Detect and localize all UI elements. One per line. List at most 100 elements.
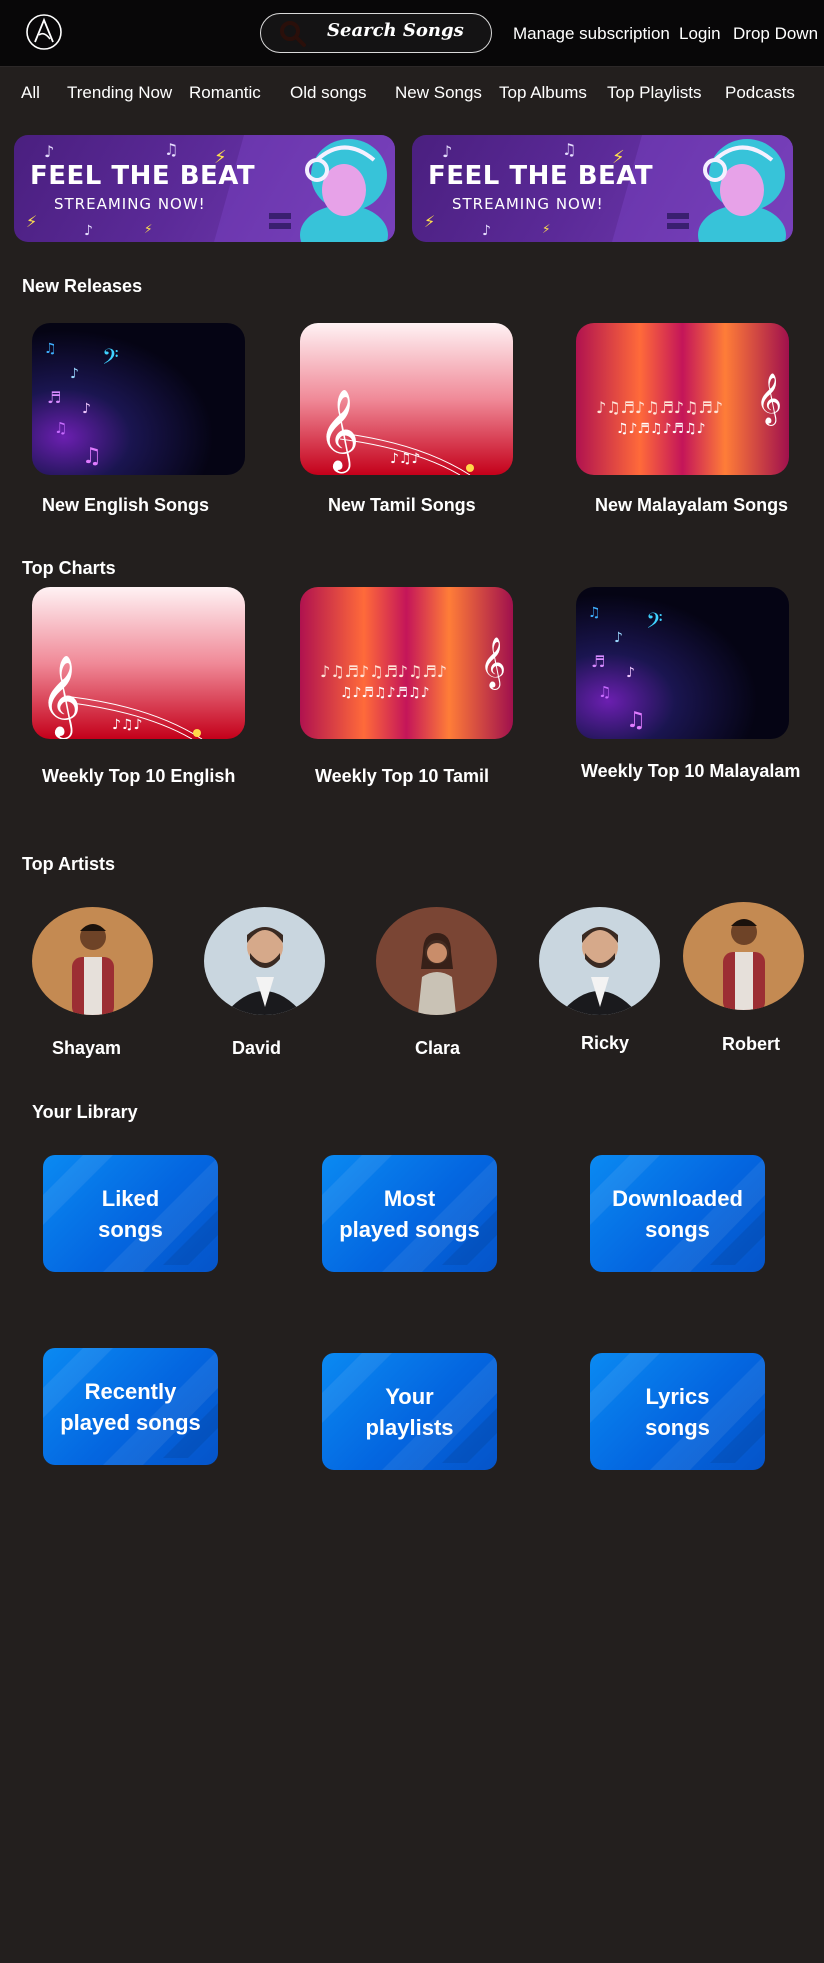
app-logo-icon[interactable] xyxy=(22,10,66,54)
banner-title: FEEL THE BEAT xyxy=(30,161,256,191)
album-caption: New Malayalam Songs xyxy=(595,495,789,515)
chart-caption: Weekly Top 10 English xyxy=(42,766,236,786)
artist-name: Shayam xyxy=(52,1038,122,1058)
chart-card-weekly-english[interactable]: 𝄞 ♪♫♪ xyxy=(32,587,245,739)
promo-banner[interactable]: ♪ ♫ ⚡ ⚡ ♪ ⚡ FEEL THE BEAT STREAMING NOW! xyxy=(14,135,395,242)
artist-avatar[interactable] xyxy=(32,907,153,1015)
library-label: Most played songs xyxy=(339,1185,480,1242)
magenta-notes-art: ♪♫♬♪♫♬♪♫♬♪ ♫♪♬♫♪♬♫♪ 𝄞 xyxy=(576,323,789,475)
svg-text:𝄞: 𝄞 xyxy=(40,654,81,739)
new-releases-heading: New Releases xyxy=(22,276,143,296)
svg-text:⚡: ⚡ xyxy=(424,212,435,231)
svg-text:⚡: ⚡ xyxy=(26,212,37,231)
artist-name: Ricky xyxy=(581,1033,630,1053)
red-clef-art: 𝄞 ♪♫♪ xyxy=(300,323,513,475)
chart-card-weekly-malayalam[interactable]: 𝄢 ♫ ♪ ♬ ♪ ♫ ♫ xyxy=(576,587,789,739)
svg-text:♪: ♪ xyxy=(82,401,91,417)
svg-text:♫: ♫ xyxy=(82,444,102,469)
promo-banner[interactable]: ♪ ♫ ⚡ ⚡ ♪ ⚡ FEEL THE BEAT STREAMING NOW! xyxy=(412,135,793,242)
svg-text:♪: ♪ xyxy=(442,142,452,161)
svg-text:♫: ♫ xyxy=(164,140,178,159)
library-label: Your playlists xyxy=(365,1383,454,1440)
search-label: Search Songs xyxy=(327,20,464,41)
library-downloaded[interactable]: Downloaded songs xyxy=(590,1155,765,1272)
svg-text:♪♫♪: ♪♫♪ xyxy=(390,451,420,467)
svg-text:♫♪♬♫♪♬♫♪: ♫♪♬♫♪♬♫♪ xyxy=(616,421,706,437)
category-trending-now[interactable]: Trending Now xyxy=(67,83,172,103)
svg-text:♫: ♫ xyxy=(54,419,67,437)
artist-avatar[interactable] xyxy=(539,907,660,1015)
top-bar: Search Songs Manage subscription Login D… xyxy=(0,0,824,67)
artist-avatar[interactable] xyxy=(376,907,497,1015)
album-card-new-tamil[interactable]: 𝄞 ♪♫♪ xyxy=(300,323,513,475)
svg-text:♪: ♪ xyxy=(482,223,491,239)
album-caption: New English Songs xyxy=(42,495,210,515)
svg-text:𝄞: 𝄞 xyxy=(318,388,359,473)
top-artists-heading: Top Artists xyxy=(22,854,115,874)
library-most-played[interactable]: Most played songs xyxy=(322,1155,497,1272)
library-lyrics-songs[interactable]: Lyrics songs xyxy=(590,1353,765,1470)
svg-text:♫: ♫ xyxy=(598,683,611,701)
category-old-songs[interactable]: Old songs xyxy=(290,83,367,103)
chart-card-weekly-tamil[interactable]: ♪♫♬♪♫♬♪♫♬♪ ♫♪♬♫♪♬♫♪ 𝄞 xyxy=(300,587,513,739)
library-liked-songs[interactable]: Liked songs xyxy=(43,1155,218,1272)
svg-text:𝄢: 𝄢 xyxy=(102,345,119,375)
manage-subscription-link[interactable]: Manage subscription xyxy=(513,24,670,44)
svg-text:⚡: ⚡ xyxy=(542,222,550,236)
svg-text:♪♫♬♪♫♬♪♫♬♪: ♪♫♬♪♫♬♪♫♬♪ xyxy=(320,662,447,681)
library-label: Lyrics songs xyxy=(645,1383,710,1440)
banner-subtitle: STREAMING NOW! xyxy=(452,195,604,213)
category-all[interactable]: All xyxy=(21,83,40,103)
svg-text:𝄞: 𝄞 xyxy=(480,637,506,690)
category-podcasts[interactable]: Podcasts xyxy=(725,83,795,103)
search-songs-button[interactable]: Search Songs xyxy=(260,13,492,53)
category-top-playlists[interactable]: Top Playlists xyxy=(607,83,701,103)
album-caption: New Tamil Songs xyxy=(328,495,476,515)
library-your-playlists[interactable]: Your playlists xyxy=(322,1353,497,1470)
red-clef-art: 𝄞 ♪♫♪ xyxy=(32,587,245,739)
album-card-new-english[interactable]: 𝄢 ♫ ♪ ♬ ♪ ♫ ♫ xyxy=(32,323,245,475)
artist-avatar[interactable] xyxy=(204,907,325,1015)
svg-text:♫♪♬♫♪♬♫♪: ♫♪♬♫♪♬♫♪ xyxy=(340,685,430,701)
library-heading: Your Library xyxy=(32,1102,138,1122)
search-icon xyxy=(279,20,307,48)
svg-text:𝄢: 𝄢 xyxy=(646,609,663,639)
banner-subtitle: STREAMING NOW! xyxy=(54,195,206,213)
category-romantic[interactable]: Romantic xyxy=(189,83,261,103)
chart-caption: Weekly Top 10 Malayalam xyxy=(581,761,801,781)
svg-text:♪: ♪ xyxy=(44,142,54,161)
artist-name: Robert xyxy=(722,1034,780,1054)
chart-caption: Weekly Top 10 Tamil xyxy=(315,766,490,786)
svg-text:♪: ♪ xyxy=(614,630,623,646)
svg-text:♬: ♬ xyxy=(591,652,605,671)
svg-text:𝄞: 𝄞 xyxy=(756,373,782,426)
top-charts-heading: Top Charts xyxy=(22,558,116,578)
magenta-notes-art: ♪♫♬♪♫♬♪♫♬♪ ♫♪♬♫♪♬♫♪ 𝄞 xyxy=(300,587,513,739)
svg-text:♪: ♪ xyxy=(626,665,635,681)
svg-text:♪♫♪: ♪♫♪ xyxy=(112,717,142,733)
drop-down-link[interactable]: Drop Down xyxy=(733,24,818,44)
svg-text:♫: ♫ xyxy=(44,341,57,357)
banner-title: FEEL THE BEAT xyxy=(428,161,654,191)
category-new-songs[interactable]: New Songs xyxy=(395,83,482,103)
dark-music-art: 𝄢 ♫ ♪ ♬ ♪ ♫ ♫ xyxy=(32,323,245,475)
artist-name: David xyxy=(232,1038,282,1058)
svg-text:♬: ♬ xyxy=(47,388,61,407)
svg-text:♪♫♬♪♫♬♪♫♬♪: ♪♫♬♪♫♬♪♫♬♪ xyxy=(596,398,723,417)
svg-text:⚡: ⚡ xyxy=(144,222,152,236)
artist-avatar[interactable] xyxy=(683,902,804,1010)
library-label: Recently played songs xyxy=(60,1378,201,1435)
library-recently-played[interactable]: Recently played songs xyxy=(43,1348,218,1465)
svg-text:♪: ♪ xyxy=(84,223,93,239)
category-top-albums[interactable]: Top Albums xyxy=(499,83,587,103)
album-card-new-malayalam[interactable]: ♪♫♬♪♫♬♪♫♬♪ ♫♪♬♫♪♬♫♪ 𝄞 xyxy=(576,323,789,475)
login-link[interactable]: Login xyxy=(679,24,721,44)
svg-text:♫: ♫ xyxy=(588,605,601,621)
svg-text:♫: ♫ xyxy=(626,708,646,733)
dark-music-art: 𝄢 ♫ ♪ ♬ ♪ ♫ ♫ xyxy=(576,587,789,739)
library-label: Liked songs xyxy=(98,1185,163,1242)
library-label: Downloaded songs xyxy=(612,1185,743,1242)
svg-text:♫: ♫ xyxy=(562,140,576,159)
artist-name: Clara xyxy=(415,1038,461,1058)
svg-text:♪: ♪ xyxy=(70,366,79,382)
